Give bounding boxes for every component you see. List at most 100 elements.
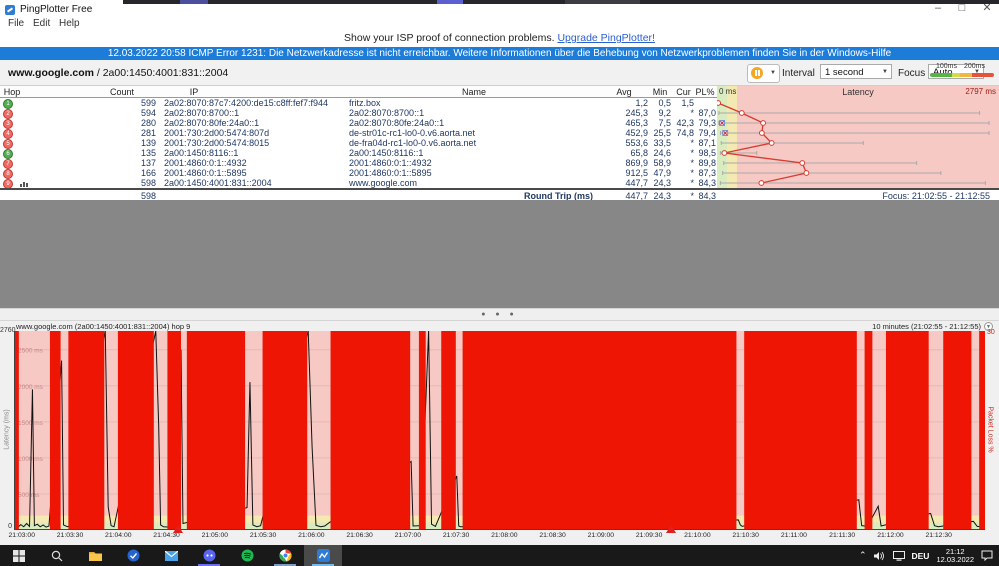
cell-pl: 79,3: [698, 118, 716, 128]
time-tick-label: 21:06:00: [298, 532, 325, 539]
time-tick-label: 21:11:00: [780, 532, 807, 539]
volume-icon[interactable]: [873, 551, 886, 561]
pause-icon: [751, 67, 763, 79]
interval-label: Interval: [782, 68, 815, 79]
latency-graph-column: 0 ms Latency 2797 ms: [717, 86, 999, 188]
y-axis-min-label: 0: [8, 523, 12, 530]
cell-ip: 2001:4860:0:1::4932: [164, 158, 247, 168]
upgrade-banner-text: Show your ISP proof of connection proble…: [344, 32, 555, 44]
col-avg[interactable]: Avg: [600, 87, 648, 97]
col-cur[interactable]: Cur: [673, 87, 694, 97]
spotify-icon: [241, 549, 253, 562]
cell-avg: 465,3: [625, 118, 648, 128]
cell-pl: 79,4: [698, 128, 716, 138]
time-axis: 21:03:00 21:03:30 21:04:00 21:04:30 21:05:00…: [0, 525, 999, 542]
legend-gradient-bar: [930, 73, 994, 77]
taskbar-discord[interactable]: [190, 545, 228, 566]
upgrade-link[interactable]: Upgrade PingPlotter!: [557, 32, 654, 44]
folder-icon: [88, 552, 102, 561]
menu-help[interactable]: Help: [59, 18, 80, 29]
cell-avg: 447,7: [625, 178, 648, 188]
y-axis-max-label: 2760: [0, 327, 16, 334]
interval-select[interactable]: 1 second ▼: [820, 64, 892, 79]
time-tick-label: 21:12:00: [877, 532, 904, 539]
splitter-grip-icon: ● ● ●: [481, 311, 518, 318]
cell-ip: 2a02:8070:8700::1: [164, 108, 240, 118]
taskbar-search-button[interactable]: [38, 545, 76, 566]
cell-name: www.google.com: [349, 178, 418, 188]
time-tick-label: 21:05:30: [249, 532, 277, 539]
cell-avg: 65,8: [630, 148, 648, 158]
network-icon[interactable]: [892, 550, 905, 561]
background-window-edge: [0, 0, 999, 4]
timeline-plot[interactable]: 500 ms1000 ms1500 ms2000 ms2500 ms: [14, 331, 985, 530]
cell-name: 2a00:1450:8116::1: [349, 148, 424, 158]
tray-date: 12.03.2022: [936, 554, 974, 564]
cell-min: 58,9: [653, 158, 671, 168]
svg-text:500 ms: 500 ms: [18, 492, 40, 499]
cell-cur: 42,3: [676, 118, 694, 128]
cell-avg: 912,5: [625, 168, 648, 178]
cell-ip: 2a00:1450:8116::1: [164, 148, 239, 158]
start-button[interactable]: [0, 545, 38, 566]
taskbar-todo-app[interactable]: [114, 545, 152, 566]
timeline-range-label[interactable]: 10 minutes (21:02:55 - 21:12:55): [872, 322, 981, 331]
cell-pl: 87,3: [698, 168, 716, 178]
menu-file[interactable]: File: [8, 18, 24, 29]
cell-count: 281: [140, 128, 156, 138]
col-ip[interactable]: IP: [164, 87, 224, 97]
cell-count: 594: [140, 108, 156, 118]
cell-count: 137: [140, 158, 156, 168]
action-center-icon[interactable]: [981, 550, 993, 561]
col-min[interactable]: Min: [649, 87, 671, 97]
table-footer: 598 Round Trip (ms) 447,7 24,3 * 84,3 Fo…: [0, 188, 999, 201]
cell-min: 25,5: [653, 128, 671, 138]
toolbar: www.google.com / 2a00:1450:4001:831::200…: [0, 60, 999, 86]
cell-min: 7,5: [658, 118, 671, 128]
cell-cur: *: [690, 108, 694, 118]
taskbar-pingplotter-active[interactable]: [304, 545, 342, 566]
windows-logo-icon: [13, 549, 25, 562]
col-pl[interactable]: PL%: [694, 87, 716, 97]
timeline-title: www.google.com (2a00:1450:4001:831::2004…: [16, 322, 191, 331]
time-tick-label: 21:07:30: [442, 532, 470, 539]
cell-ip: 2001:4860:0:1::5895: [164, 168, 247, 178]
time-tick-label: 21:08:30: [539, 532, 566, 539]
y-axis-title: Latency (ms): [3, 409, 11, 450]
cell-min: 24,3: [653, 178, 671, 188]
pingplotter-app-icon: [5, 5, 15, 15]
pane-splitter[interactable]: ● ● ●: [0, 308, 999, 321]
pause-dropdown-button[interactable]: ▼: [767, 64, 780, 83]
cell-ip: 2a00:1450:4001:831::2004: [164, 178, 272, 188]
upgrade-banner: Show your ISP proof of connection proble…: [0, 32, 999, 47]
cell-cur: *: [690, 158, 694, 168]
time-tick-label: 21:09:30: [635, 532, 663, 539]
taskbar-mail-app[interactable]: [152, 545, 190, 566]
focus-label: Focus: [898, 68, 926, 79]
pause-button[interactable]: [747, 64, 769, 83]
cell-pl: 87,0: [698, 108, 716, 118]
timeline-graph-panel: www.google.com (2a00:1450:4001:831::2004…: [0, 321, 999, 545]
event-marker-icon[interactable]: [666, 525, 677, 533]
cell-min: 33,5: [653, 138, 671, 148]
col-hop[interactable]: Hop: [0, 87, 24, 97]
svg-text:2000 ms: 2000 ms: [18, 384, 44, 391]
cell-name: 2a02:8070:80fe:24a0::1: [349, 118, 445, 128]
col-name[interactable]: Name: [349, 87, 599, 97]
taskbar-chrome[interactable]: [266, 545, 304, 566]
cell-name: de-fra04d-rc1-lo0-0.v6.aorta.net: [349, 138, 477, 148]
tray-language[interactable]: DEU: [912, 551, 930, 561]
menu-edit[interactable]: Edit: [33, 18, 50, 29]
cell-avg: 553,6: [625, 138, 648, 148]
cell-count: 599: [140, 98, 156, 108]
event-marker-icon[interactable]: [173, 525, 184, 533]
tray-chevron-up-icon[interactable]: ⌃: [859, 550, 867, 561]
cell-count: 166: [140, 168, 156, 178]
taskbar-spotify[interactable]: [228, 545, 266, 566]
taskbar-file-explorer[interactable]: [76, 545, 114, 566]
time-tick-label: 21:08:00: [491, 532, 518, 539]
time-tick-label: 21:06:30: [346, 532, 373, 539]
tray-clock[interactable]: 21:12 12.03.2022: [936, 547, 974, 564]
col-count[interactable]: Count: [88, 87, 156, 97]
cell-pl: 98,5: [698, 148, 716, 158]
